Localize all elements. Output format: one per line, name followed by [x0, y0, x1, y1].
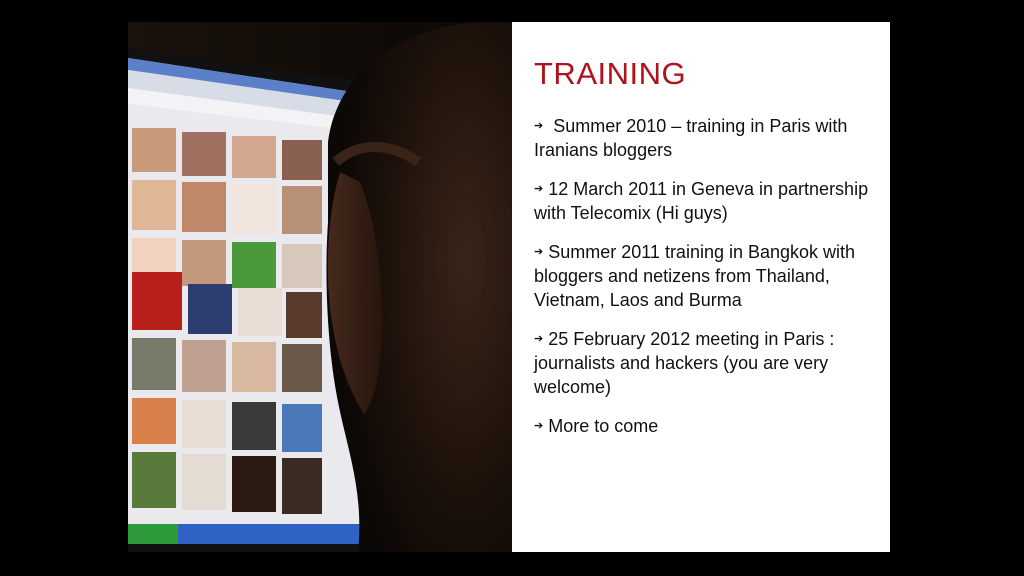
slide-title: TRAINING	[534, 56, 687, 91]
bullet-text: 25 February 2012 meeting in Paris : jour…	[534, 329, 835, 397]
arrow-bullet-icon: ➔	[534, 246, 544, 258]
bullet-text: 12 March 2011 in Geneva in partnership w…	[534, 179, 869, 223]
arrow-bullet-icon: ➔	[534, 183, 544, 195]
bullet-text: Summer 2011 training in Bangkok with blo…	[534, 242, 856, 310]
list-item: ➔ 25 February 2012 meeting in Paris : jou…	[534, 327, 874, 399]
arrow-bullet-icon: ➔	[534, 120, 544, 132]
presentation-slide: TRAINING ➔ Summer 2010 – training in Par…	[128, 22, 890, 552]
list-item: ➔ Summer 2010 – training in Paris with I…	[534, 114, 874, 162]
list-item: ➔ Summer 2011 training in Bangkok with bl…	[534, 240, 874, 312]
bullet-text: Summer 2010 – training in Paris with Ira…	[534, 116, 848, 160]
bullet-text: More to come	[548, 416, 659, 436]
photo-person-viewing-screen	[128, 22, 512, 552]
video-frame: TRAINING ➔ Summer 2010 – training in Par…	[0, 0, 1024, 576]
list-item: ➔ 12 March 2011 in Geneva in partnership …	[534, 177, 874, 225]
slide-text-panel: TRAINING ➔ Summer 2010 – training in Par…	[512, 22, 890, 552]
arrow-bullet-icon: ➔	[534, 333, 544, 345]
slide-photo	[128, 22, 512, 552]
list-item: ➔ More to come	[534, 414, 874, 438]
arrow-bullet-icon: ➔	[534, 420, 544, 432]
bullet-list: ➔ Summer 2010 – training in Paris with I…	[534, 114, 874, 453]
person-silhouette	[326, 22, 512, 552]
